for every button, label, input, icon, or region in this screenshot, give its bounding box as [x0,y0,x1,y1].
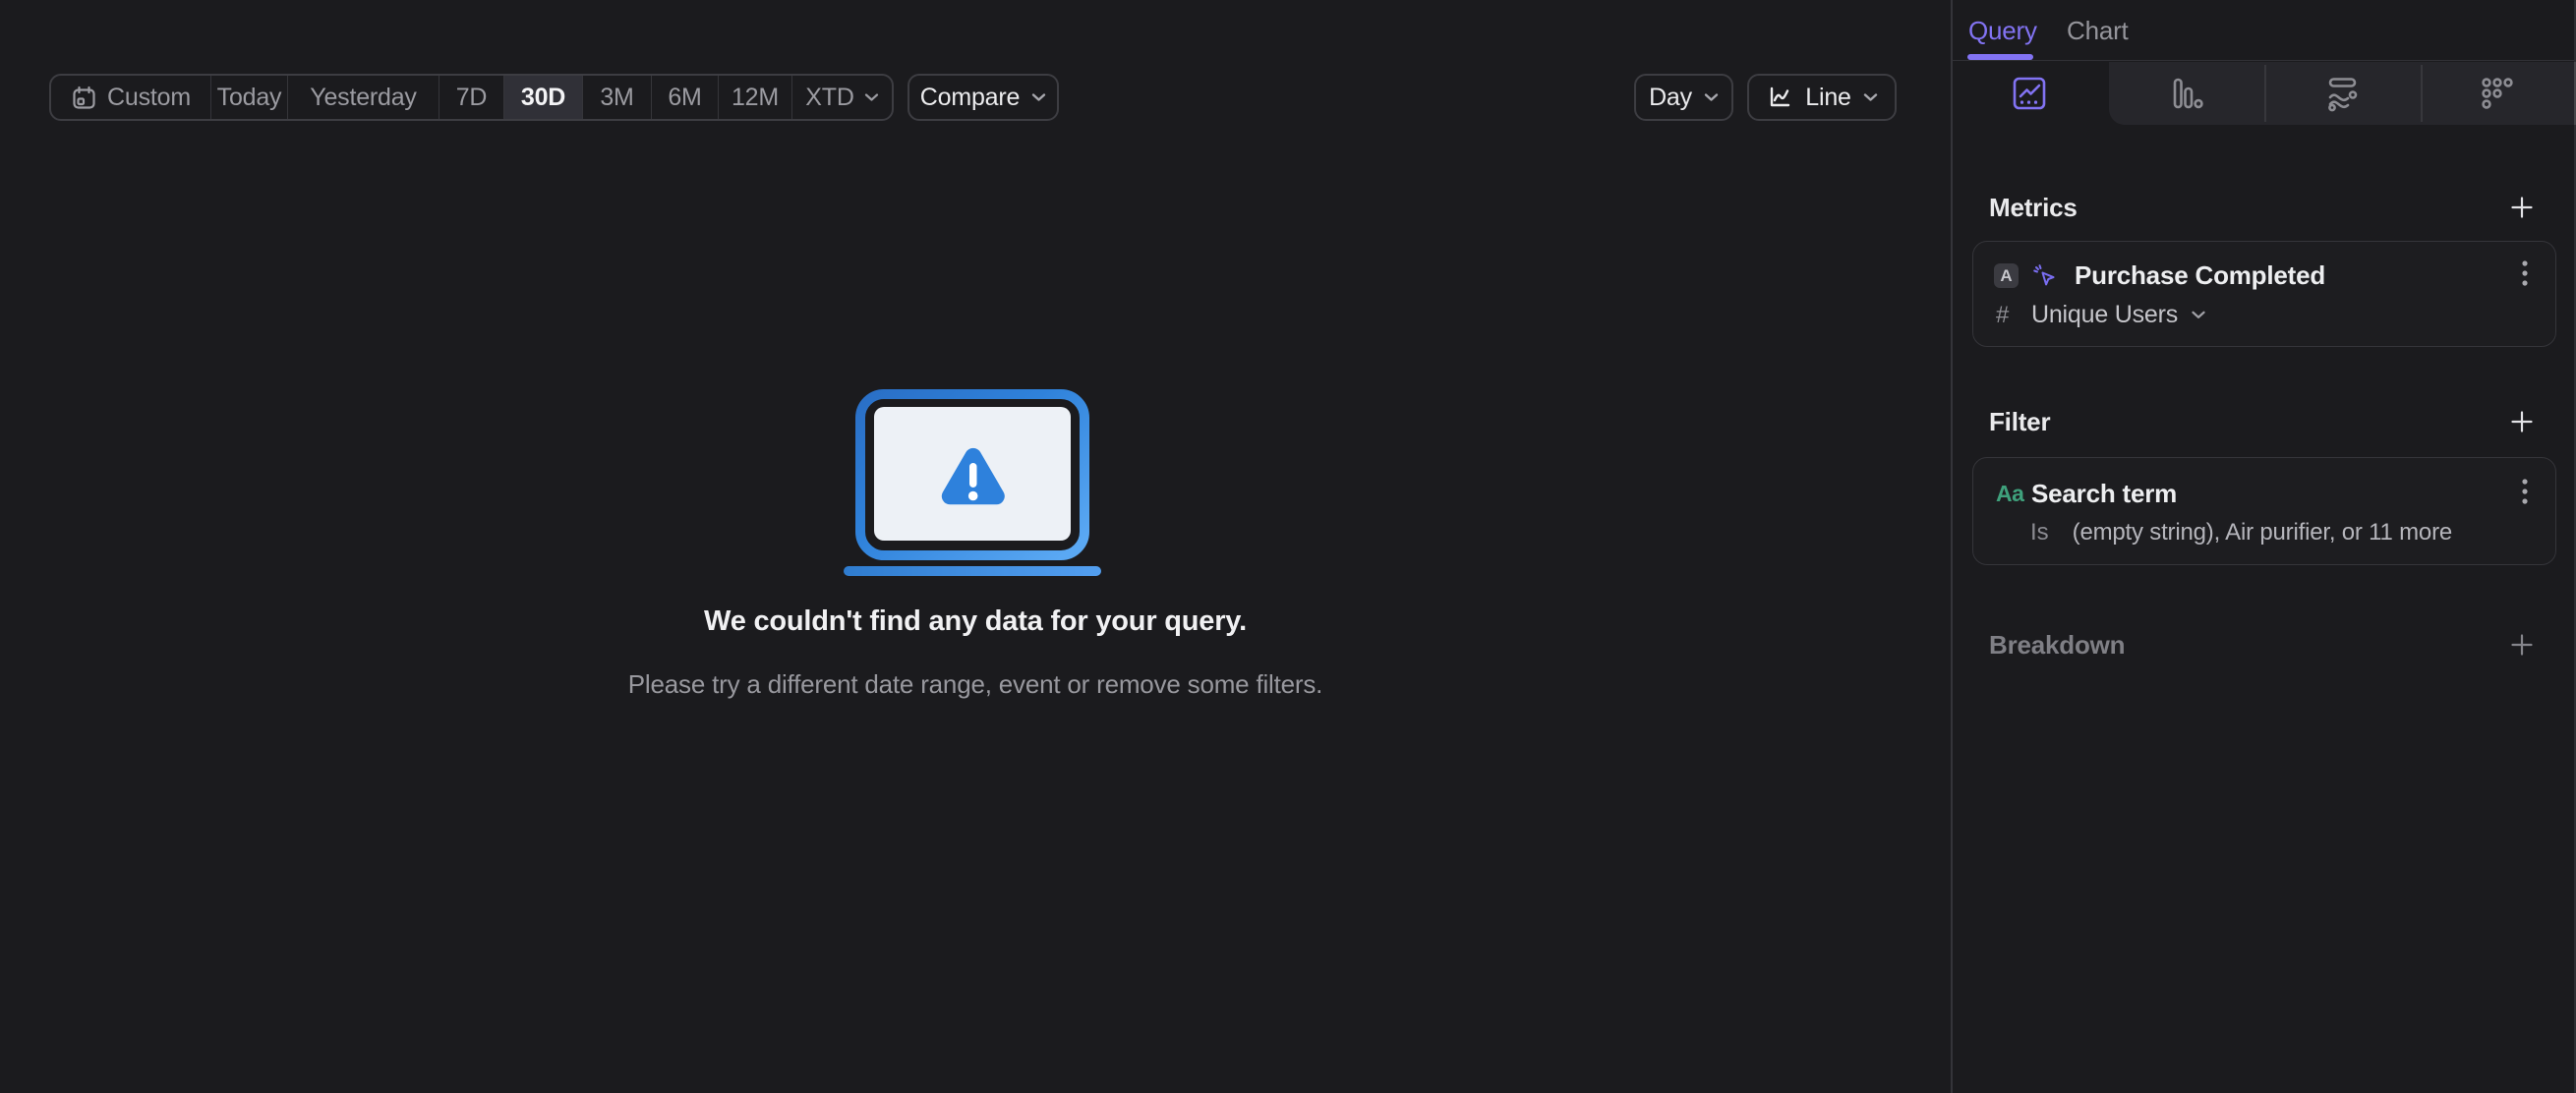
no-data-laptop-illustration [844,387,1101,576]
add-breakdown-button[interactable] [2507,630,2537,660]
insights-chart-icon [2012,76,2047,111]
filter-condition[interactable]: Is (empty string), Air purifier, or 11 m… [2030,519,2452,546]
compare-label: Compare [919,83,1021,111]
breakdown-heading: Breakdown [1989,629,2126,660]
date-range-7d[interactable]: 7D [439,76,503,119]
tab-divider [2421,65,2423,122]
granularity-label: Day [1649,83,1692,111]
empty-state-subtitle: Please try a different date range, event… [627,669,1323,699]
filter-property-name: Search term [2031,479,2178,508]
empty-state-title: We couldn't find any data for your query… [704,605,1247,637]
chart-type-tabs [1953,62,2576,125]
panel-tabs: Query Chart [1953,0,2576,61]
metric-event-row: A Purchase Completed [1994,260,2325,291]
analytics-app: Custom Today Yesterday 7D 30D 3M 6M 12M … [0,0,2576,1093]
filter-operator: Is [2030,519,2049,546]
breakdown-section-header: Breakdown [1989,629,2537,661]
date-range-xtd[interactable]: XTD [791,76,892,119]
metrics-heading: Metrics [1989,192,2078,222]
compare-button[interactable]: Compare [907,74,1059,121]
date-range-30d-active[interactable]: 30D [503,76,582,119]
metric-event-name: Purchase Completed [2075,260,2326,290]
date-range-label: 30D [520,83,566,111]
metric-letter-badge: A [1994,263,2019,288]
add-filter-button[interactable] [2507,407,2537,436]
chevron-down-icon [1863,92,1878,102]
date-range-today[interactable]: Today [210,76,287,119]
filter-options-kebab-icon[interactable] [2510,476,2540,507]
date-range-label: Custom [107,83,191,111]
date-range-6m[interactable]: 6M [651,76,718,119]
aggregation-label: Unique Users [2031,301,2179,328]
query-panel: Query Chart Metrics A Purchase Completed… [1951,0,2576,1093]
filter-property-row: Aa Search term [1996,479,2177,509]
main-content: Custom Today Yesterday 7D 30D 3M 6M 12M … [0,0,1951,1093]
date-range-label: XTD [805,83,854,111]
chevron-down-icon [1031,92,1046,102]
filter-values: (empty string), Air purifier, or 11 more [2072,519,2453,546]
tab-flows[interactable] [2318,70,2366,117]
date-range-control: Custom Today Yesterday 7D 30D 3M 6M 12M … [49,74,894,121]
filter-card[interactable]: Aa Search term Is (empty string), Air pu… [1972,457,2556,565]
toolbar: Custom Today Yesterday 7D 30D 3M 6M 12M … [0,74,1951,121]
filter-heading: Filter [1989,406,2051,436]
metrics-section-header: Metrics [1989,192,2537,223]
string-type-badge: Aa [1996,481,2024,506]
chevron-down-icon [1704,92,1719,102]
line-chart-icon [1766,84,1793,111]
date-range-label: 6M [668,83,702,111]
number-type-icon: # [1996,301,2010,328]
date-range-label: Today [216,83,282,111]
chevron-down-icon [864,92,879,102]
retention-dots-icon [2478,74,2517,113]
tab-insights[interactable] [2006,70,2053,117]
date-range-label: Yesterday [310,83,417,111]
event-cursor-click-icon [2031,262,2058,289]
granularity-button[interactable]: Day [1634,74,1733,121]
tab-retention[interactable] [2474,70,2521,117]
date-range-label: 12M [731,83,780,111]
chart-type-label: Line [1805,83,1851,111]
tab-chart[interactable]: Chart [2067,16,2129,46]
metric-aggregation-dropdown[interactable]: # Unique Users [1996,301,2206,329]
chart-type-button[interactable]: Line [1747,74,1897,121]
date-range-12m[interactable]: 12M [718,76,791,119]
date-range-label: 3M [600,83,634,111]
flows-icon [2322,74,2362,113]
metric-card[interactable]: A Purchase Completed # Unique Users [1972,241,2556,347]
date-range-3m[interactable]: 3M [582,76,651,119]
tab-funnels[interactable] [2162,70,2209,117]
metric-options-kebab-icon[interactable] [2510,258,2540,289]
active-tab-indicator [1967,54,2033,60]
date-range-yesterday[interactable]: Yesterday [287,76,439,119]
date-range-custom[interactable]: Custom [51,76,210,119]
calendar-icon [71,85,97,111]
filter-section-header: Filter [1989,406,2537,437]
add-metric-button[interactable] [2507,193,2537,222]
tab-query[interactable]: Query [1968,16,2037,46]
chevron-down-icon [2191,310,2206,320]
funnel-bars-icon [2166,74,2205,113]
date-range-label: 7D [455,83,488,111]
tab-divider [2264,65,2266,122]
